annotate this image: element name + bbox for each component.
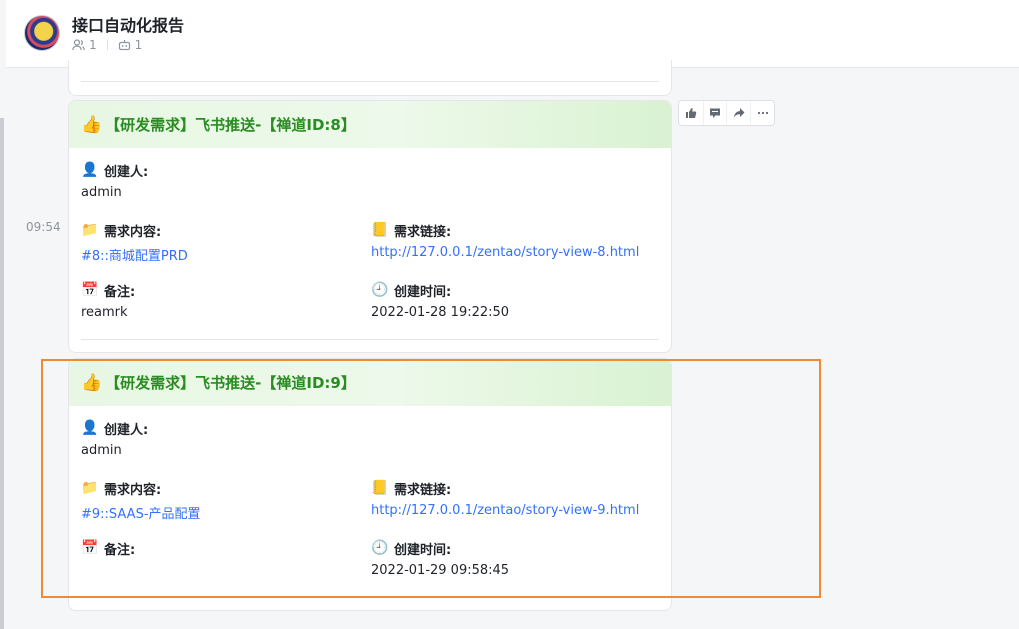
chat-meta: 1 1 [72, 38, 142, 52]
card-header: 👍 【研发需求】飞书推送-【禅道ID:8】 [69, 101, 671, 148]
card-divider [81, 339, 659, 340]
card-title: 【研发需求】飞书推送-【禅道ID:8】 [105, 116, 356, 134]
link-field: 📒 需求链接: http://127.0.0.1/zentao/story-vie… [371, 221, 639, 261]
left-panel-edge [0, 118, 4, 629]
highlight-box [41, 359, 821, 598]
folder-icon: 📁 [81, 222, 99, 238]
card-divider [81, 81, 659, 82]
previous-card-bottom [68, 60, 672, 96]
meta-divider [106, 40, 108, 50]
bot-icon [118, 39, 131, 51]
members-count[interactable]: 1 [89, 38, 97, 52]
person-icon: 👤 [81, 162, 99, 178]
story-url-link[interactable]: http://127.0.0.1/zentao/story-view-8.htm… [371, 245, 639, 261]
note-value: reamrk [81, 305, 128, 320]
clock-icon: 🕘 [371, 282, 389, 298]
ledger-icon: 📒 [371, 222, 389, 238]
more-button[interactable] [750, 101, 774, 125]
chat-window: 接口自动化报告 1 1 09:54 👍 【研发需求】飞书推送-【禅道ID:8】 … [0, 0, 1019, 629]
more-icon [757, 111, 768, 115]
creator-label: 创建人: [104, 164, 149, 180]
forward-icon [733, 108, 745, 118]
message-card[interactable]: 👍 【研发需求】飞书推送-【禅道ID:8】 👤 创建人: admin 📁 需求内容:… [68, 100, 672, 353]
creator-field: 👤 创建人: admin [81, 161, 148, 201]
created-label: 创建时间: [394, 284, 452, 300]
comment-icon [710, 108, 721, 118]
content-link[interactable]: #8::商城配置PRD [81, 245, 188, 264]
thumbs-up-icon [685, 108, 697, 118]
forward-button[interactable] [726, 101, 750, 125]
content-field: 📁 需求内容: #8::商城配置PRD [81, 221, 188, 264]
calendar-icon: 📅 [81, 282, 99, 298]
message-toolbar [678, 100, 775, 126]
thumbs-up-icon: 👍 [81, 114, 103, 135]
chat-title[interactable]: 接口自动化报告 [72, 12, 184, 36]
bots-count[interactable]: 1 [135, 38, 143, 52]
group-avatar[interactable] [24, 15, 60, 51]
link-label: 需求链接: [394, 224, 452, 240]
chat-header: 接口自动化报告 1 1 [6, 0, 1019, 68]
created-field: 🕘 创建时间: 2022-01-28 19:22:50 [371, 281, 509, 321]
creator-value: admin [81, 185, 122, 200]
note-field: 📅 备注: reamrk [81, 281, 135, 321]
message-time: 09:54 [26, 220, 61, 234]
note-label: 备注: [104, 284, 136, 300]
members-icon [72, 39, 85, 51]
reply-button[interactable] [702, 101, 727, 125]
created-value: 2022-01-28 19:22:50 [371, 305, 510, 320]
content-label: 需求内容: [104, 224, 162, 240]
thumbs-up-reaction-button[interactable] [679, 101, 703, 125]
